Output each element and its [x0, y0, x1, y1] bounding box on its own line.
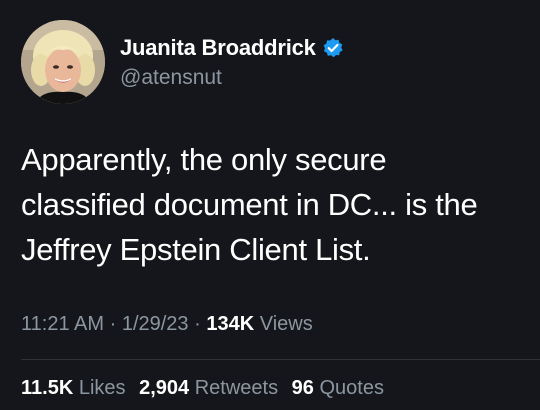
- tweet-stats: 11.5K Likes 2,904 Retweets 96 Quotes: [21, 377, 384, 400]
- avatar[interactable]: [21, 20, 105, 104]
- likes-stat[interactable]: 11.5K Likes: [21, 377, 126, 399]
- tweet-date[interactable]: 1/29/23: [122, 313, 189, 335]
- quotes-label: Quotes: [319, 377, 384, 399]
- views-label: Views: [259, 313, 313, 335]
- likes-count: 11.5K: [21, 377, 74, 399]
- tweet-text-line: Jeffrey Epstein Client List.: [21, 232, 371, 267]
- tweet-text-line: classified document in DC... is the: [21, 187, 478, 222]
- tweet-card: Juanita Broaddrick @atensnut Apparently,…: [0, 0, 540, 410]
- tweet-text: Apparently, the only secure classified d…: [21, 137, 531, 272]
- author-name[interactable]: Juanita Broaddrick: [120, 35, 316, 61]
- likes-label: Likes: [78, 377, 126, 399]
- retweets-label: Retweets: [194, 377, 279, 399]
- meta-separator: ·: [109, 313, 117, 335]
- tweet-text-line: Apparently, the only secure: [21, 142, 387, 177]
- author-handle[interactable]: @atensnut: [120, 66, 222, 90]
- author-name-row: Juanita Broaddrick: [120, 34, 344, 62]
- divider: [21, 359, 540, 360]
- quotes-stat[interactable]: 96 Quotes: [292, 377, 384, 399]
- meta-separator: ·: [194, 313, 201, 335]
- tweet-meta: 11:21 AM · 1/29/23 · 134K Views: [21, 313, 313, 336]
- retweets-stat[interactable]: 2,904 Retweets: [139, 377, 278, 399]
- retweets-count: 2,904: [139, 377, 190, 399]
- quotes-count: 96: [291, 377, 314, 399]
- tweet-time[interactable]: 11:21 AM: [21, 313, 104, 335]
- verified-badge-icon: [322, 37, 344, 59]
- views-count: 134K: [206, 313, 255, 335]
